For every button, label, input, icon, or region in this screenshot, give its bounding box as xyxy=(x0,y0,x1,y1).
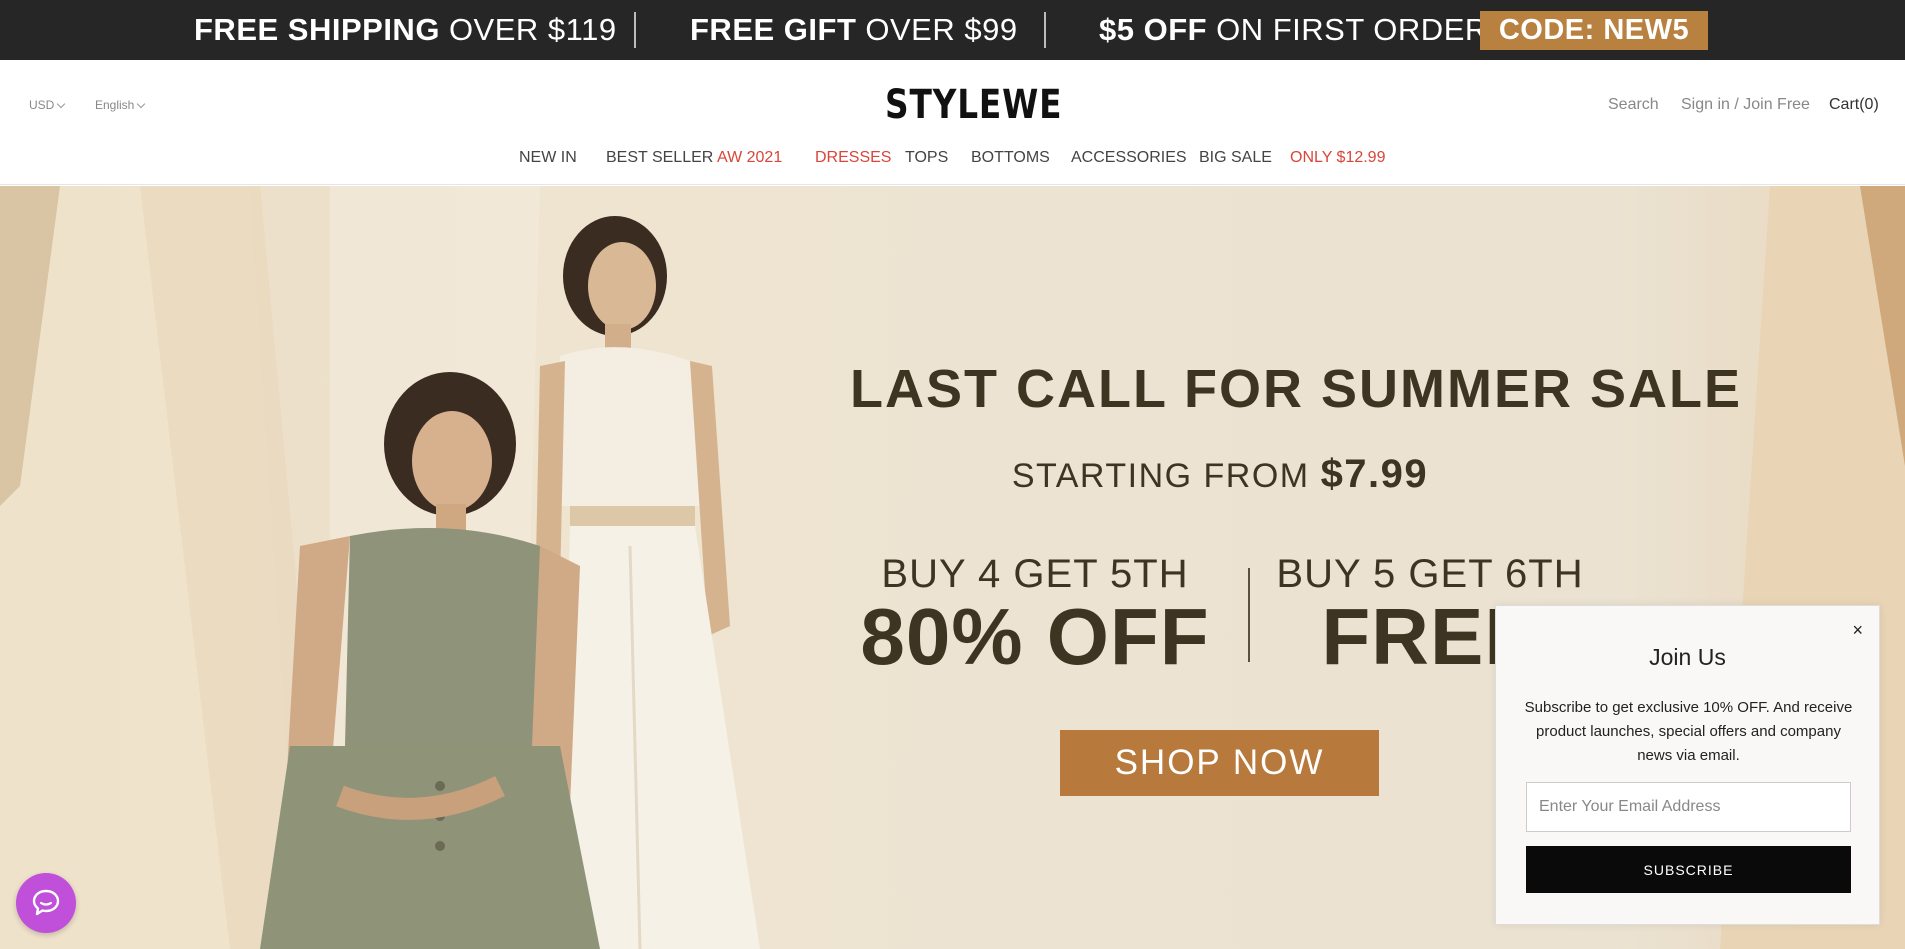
site-header: USD English STYLEWE Search Sign in / Joi… xyxy=(0,60,1905,185)
promo-first-order: $5 OFF ON FIRST ORDER xyxy=(1099,0,1488,60)
promo-light: OVER $99 xyxy=(865,12,1018,47)
main-nav: NEW IN BEST SELLER AW 2021 DRESSES TOPS … xyxy=(0,149,1905,173)
deal-small-text: BUY 4 GET 5TH xyxy=(881,552,1189,596)
nav-item-dresses[interactable]: DRESSES xyxy=(815,149,891,167)
hero-subtitle-prefix: STARTING FROM xyxy=(1011,457,1310,495)
promo-free-shipping: FREE SHIPPING OVER $119 xyxy=(194,0,617,60)
chat-bubble-icon xyxy=(32,889,60,916)
nav-item-aw-2021[interactable]: AW 2021 xyxy=(717,149,782,167)
promo-bold: FREE SHIPPING xyxy=(194,12,440,47)
hero-subtitle: STARTING FROM $7.99 xyxy=(850,452,1590,497)
promo-free-gift: FREE GIFT OVER $99 xyxy=(690,0,1018,60)
nav-item-big-sale[interactable]: BIG SALE xyxy=(1199,149,1272,167)
nav-item-accessories[interactable]: ACCESSORIES xyxy=(1071,149,1187,167)
sign-in-link[interactable]: Sign in / Join Free xyxy=(1681,96,1810,114)
site-logo[interactable]: STYLEWE xyxy=(885,82,1062,128)
shop-now-button[interactable]: SHOP NOW xyxy=(1060,730,1379,796)
newsletter-popup: × Join Us Subscribe to get exclusive 10%… xyxy=(1495,605,1880,925)
deal-divider xyxy=(1248,568,1250,662)
promo-divider xyxy=(1044,12,1046,48)
search-link[interactable]: Search xyxy=(1608,96,1659,114)
chevron-down-icon xyxy=(57,99,66,108)
language-label: English xyxy=(95,98,135,112)
promo-bar: FREE SHIPPING OVER $119 FREE GIFT OVER $… xyxy=(0,0,1905,60)
promo-code-badge[interactable]: CODE: NEW5 xyxy=(1480,11,1708,50)
cart-link[interactable]: Cart(0) xyxy=(1829,96,1879,114)
chevron-down-icon xyxy=(137,99,146,108)
nav-item-best-seller[interactable]: BEST SELLER xyxy=(606,149,713,167)
deal-buy-4: BUY 4 GET 5TH 80% OFF xyxy=(855,552,1215,677)
currency-label: USD xyxy=(29,98,55,112)
promo-bold: $5 OFF xyxy=(1099,12,1208,47)
nav-item-only-1299[interactable]: ONLY $12.99 xyxy=(1290,149,1385,167)
nav-item-bottoms[interactable]: BOTTOMS xyxy=(971,149,1050,167)
subscribe-button[interactable]: SUBSCRIBE xyxy=(1526,846,1851,893)
email-field[interactable] xyxy=(1526,782,1851,832)
currency-selector[interactable]: USD xyxy=(29,98,66,112)
deal-small-text: BUY 5 GET 6TH xyxy=(1276,552,1584,596)
popup-title: Join Us xyxy=(1649,644,1726,670)
promo-light: ON FIRST ORDER xyxy=(1216,12,1488,47)
nav-item-new-in[interactable]: NEW IN xyxy=(519,149,577,167)
promo-bold: FREE GIFT xyxy=(690,12,857,47)
deal-big-text: 80% OFF xyxy=(860,592,1210,681)
promo-light: OVER $119 xyxy=(448,12,617,47)
hero-subtitle-price: $7.99 xyxy=(1320,452,1429,496)
chat-button[interactable] xyxy=(16,873,76,933)
language-selector[interactable]: English xyxy=(95,98,146,112)
promo-divider xyxy=(634,12,636,48)
popup-description: Subscribe to get exclusive 10% OFF. And … xyxy=(1524,699,1853,764)
hero-title: LAST CALL FOR SUMMER SALE xyxy=(850,359,1742,419)
nav-item-tops[interactable]: TOPS xyxy=(905,149,948,167)
close-icon[interactable]: × xyxy=(1852,620,1863,641)
